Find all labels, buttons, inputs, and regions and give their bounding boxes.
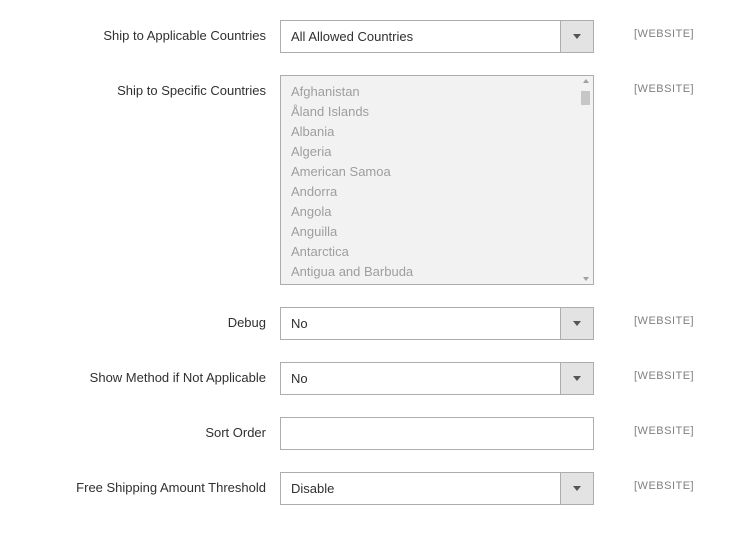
chevron-down-icon <box>573 486 581 491</box>
chevron-down-icon <box>573 321 581 326</box>
list-item[interactable]: Afghanistan <box>291 82 583 102</box>
row-free-shipping-threshold: Free Shipping Amount Threshold Disable [… <box>30 472 704 505</box>
free-shipping-threshold-select[interactable]: Disable <box>280 472 594 505</box>
label-ship-specific: Ship to Specific Countries <box>30 75 280 98</box>
list-item[interactable]: Andorra <box>291 182 583 202</box>
label-sort-order: Sort Order <box>30 417 280 440</box>
list-item[interactable]: Antarctica <box>291 242 583 262</box>
field-ship-applicable: All Allowed Countries <box>280 20 594 53</box>
field-debug: No <box>280 307 594 340</box>
free-shipping-threshold-dropdown-button[interactable] <box>560 473 593 504</box>
scope-ship-applicable: [WEBSITE] <box>594 20 694 40</box>
row-debug: Debug No [WEBSITE] <box>30 307 704 340</box>
scope-ship-specific: [WEBSITE] <box>594 75 694 95</box>
ship-applicable-value: All Allowed Countries <box>281 21 560 52</box>
list-item[interactable]: Anguilla <box>291 222 583 242</box>
sort-order-input[interactable] <box>280 417 594 450</box>
label-free-shipping-threshold: Free Shipping Amount Threshold <box>30 472 280 495</box>
list-item[interactable]: American Samoa <box>291 162 583 182</box>
ship-applicable-select[interactable]: All Allowed Countries <box>280 20 594 53</box>
free-shipping-threshold-value: Disable <box>281 473 560 504</box>
ship-specific-list: Afghanistan Åland Islands Albania Algeri… <box>281 76 593 285</box>
field-sort-order <box>280 417 594 450</box>
debug-value: No <box>281 308 560 339</box>
debug-dropdown-button[interactable] <box>560 308 593 339</box>
scope-show-method: [WEBSITE] <box>594 362 694 382</box>
list-item[interactable]: Albania <box>291 122 583 142</box>
label-debug: Debug <box>30 307 280 330</box>
list-item[interactable]: Åland Islands <box>291 102 583 122</box>
field-show-method: No <box>280 362 594 395</box>
ship-applicable-dropdown-button[interactable] <box>560 21 593 52</box>
label-show-method: Show Method if Not Applicable <box>30 362 280 385</box>
debug-select[interactable]: No <box>280 307 594 340</box>
chevron-down-icon <box>573 34 581 39</box>
show-method-dropdown-button[interactable] <box>560 363 593 394</box>
scroll-thumb[interactable] <box>581 91 590 105</box>
row-show-method: Show Method if Not Applicable No [WEBSIT… <box>30 362 704 395</box>
scope-sort-order: [WEBSITE] <box>594 417 694 437</box>
field-free-shipping-threshold: Disable <box>280 472 594 505</box>
scrollbar[interactable] <box>581 79 590 281</box>
scroll-up-icon <box>583 79 589 83</box>
scope-debug: [WEBSITE] <box>594 307 694 327</box>
scroll-down-icon <box>583 277 589 281</box>
show-method-select[interactable]: No <box>280 362 594 395</box>
row-ship-applicable: Ship to Applicable Countries All Allowed… <box>30 20 704 53</box>
label-ship-applicable: Ship to Applicable Countries <box>30 20 280 43</box>
show-method-value: No <box>281 363 560 394</box>
scope-free-shipping-threshold: [WEBSITE] <box>594 472 694 492</box>
row-ship-specific: Ship to Specific Countries Afghanistan Å… <box>30 75 704 285</box>
ship-specific-multiselect[interactable]: Afghanistan Åland Islands Albania Algeri… <box>280 75 594 285</box>
chevron-down-icon <box>573 376 581 381</box>
field-ship-specific: Afghanistan Åland Islands Albania Algeri… <box>280 75 594 285</box>
list-item[interactable]: Algeria <box>291 142 583 162</box>
row-sort-order: Sort Order [WEBSITE] <box>30 417 704 450</box>
list-item[interactable]: Angola <box>291 202 583 222</box>
list-item[interactable]: Antigua and Barbuda <box>291 262 583 282</box>
